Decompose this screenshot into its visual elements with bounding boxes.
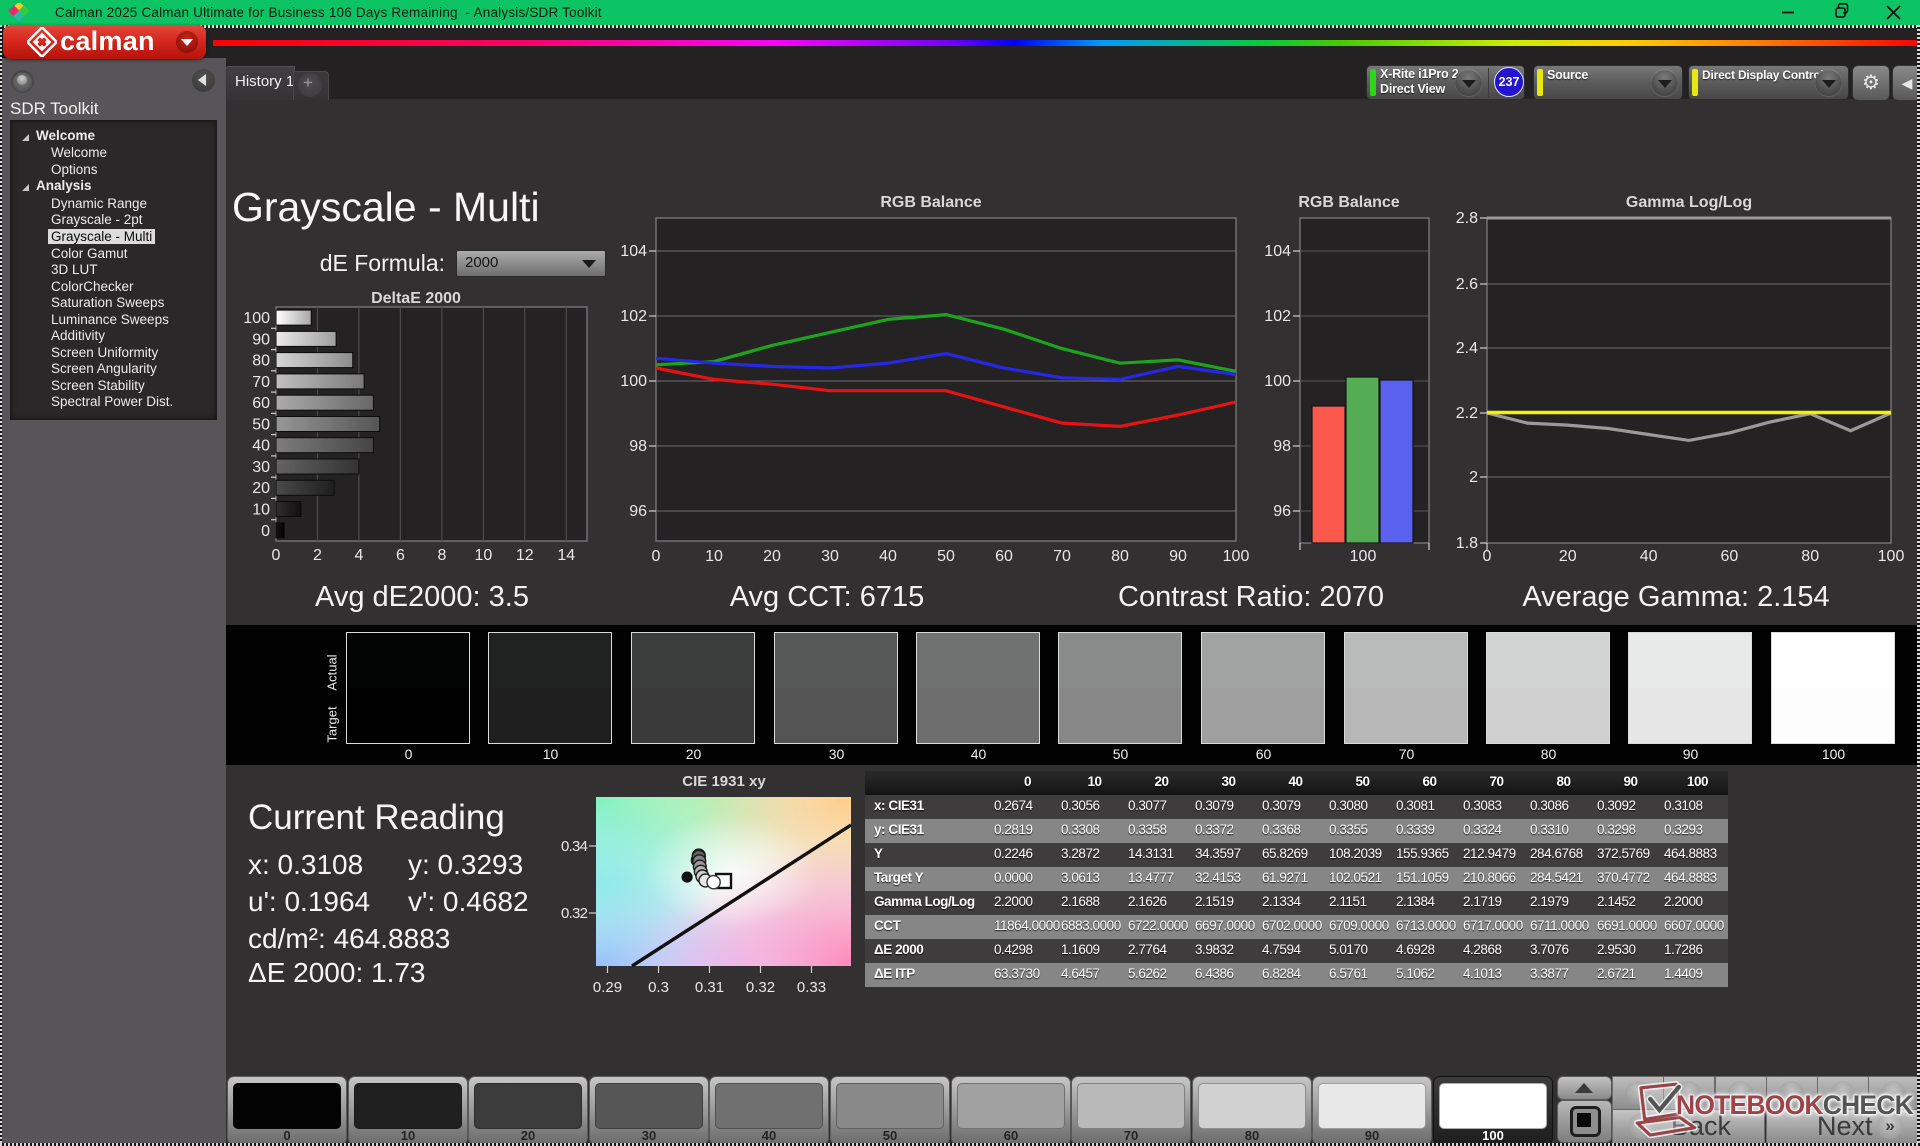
svg-text:30: 30 bbox=[821, 548, 839, 565]
svg-text:96: 96 bbox=[629, 503, 647, 520]
svg-text:0.34: 0.34 bbox=[561, 838, 588, 855]
svg-text:0.33: 0.33 bbox=[797, 979, 826, 996]
svg-text:20: 20 bbox=[1559, 548, 1577, 565]
svg-text:100: 100 bbox=[1264, 373, 1291, 390]
svg-text:8: 8 bbox=[437, 547, 446, 564]
svg-text:10: 10 bbox=[705, 548, 723, 565]
svg-text:0.3: 0.3 bbox=[648, 979, 669, 996]
svg-text:0: 0 bbox=[272, 547, 281, 564]
svg-text:0.32: 0.32 bbox=[561, 905, 588, 922]
svg-text:60: 60 bbox=[1721, 548, 1739, 565]
svg-text:40: 40 bbox=[1640, 548, 1658, 565]
svg-text:60: 60 bbox=[995, 548, 1013, 565]
svg-text:2: 2 bbox=[313, 547, 322, 564]
svg-text:70: 70 bbox=[252, 374, 270, 391]
svg-text:6: 6 bbox=[396, 547, 405, 564]
svg-text:0: 0 bbox=[652, 548, 661, 565]
svg-text:2.2: 2.2 bbox=[1456, 405, 1478, 422]
svg-text:40: 40 bbox=[252, 438, 270, 455]
svg-text:CIE 1931 xy: CIE 1931 xy bbox=[682, 773, 766, 790]
svg-text:90: 90 bbox=[1169, 548, 1187, 565]
svg-text:Gamma Log/Log: Gamma Log/Log bbox=[1626, 194, 1752, 211]
svg-text:4: 4 bbox=[354, 547, 363, 564]
svg-text:70: 70 bbox=[1053, 548, 1071, 565]
svg-text:104: 104 bbox=[620, 243, 647, 260]
svg-text:12: 12 bbox=[516, 547, 534, 564]
svg-text:102: 102 bbox=[1264, 308, 1291, 325]
svg-text:30: 30 bbox=[252, 459, 270, 476]
svg-text:80: 80 bbox=[1801, 548, 1819, 565]
svg-text:98: 98 bbox=[629, 438, 647, 455]
svg-text:10: 10 bbox=[252, 502, 270, 519]
svg-text:DeltaE 2000: DeltaE 2000 bbox=[371, 290, 461, 307]
svg-text:0.32: 0.32 bbox=[746, 979, 775, 996]
svg-text:0: 0 bbox=[1483, 548, 1492, 565]
svg-text:10: 10 bbox=[475, 547, 493, 564]
svg-text:2.6: 2.6 bbox=[1456, 276, 1478, 293]
svg-text:0.29: 0.29 bbox=[593, 979, 622, 996]
svg-text:2.4: 2.4 bbox=[1456, 340, 1478, 357]
svg-text:100: 100 bbox=[620, 373, 647, 390]
svg-text:100: 100 bbox=[1223, 548, 1250, 565]
svg-text:20: 20 bbox=[763, 548, 781, 565]
svg-text:RGB Balance: RGB Balance bbox=[880, 194, 981, 211]
svg-text:2.8: 2.8 bbox=[1456, 210, 1478, 227]
svg-text:40: 40 bbox=[879, 548, 897, 565]
svg-text:0.31: 0.31 bbox=[695, 979, 724, 996]
svg-text:2: 2 bbox=[1469, 469, 1478, 486]
svg-text:102: 102 bbox=[620, 308, 647, 325]
svg-text:104: 104 bbox=[1264, 243, 1291, 260]
svg-text:100: 100 bbox=[1350, 548, 1377, 565]
svg-text:80: 80 bbox=[1111, 548, 1129, 565]
svg-text:RGB Balance: RGB Balance bbox=[1298, 194, 1399, 211]
svg-text:98: 98 bbox=[1273, 438, 1291, 455]
svg-text:20: 20 bbox=[252, 480, 270, 497]
svg-text:14: 14 bbox=[557, 547, 575, 564]
svg-text:80: 80 bbox=[252, 353, 270, 370]
svg-text:96: 96 bbox=[1273, 503, 1291, 520]
svg-text:50: 50 bbox=[252, 416, 270, 433]
svg-text:100: 100 bbox=[243, 310, 270, 327]
svg-text:1.8: 1.8 bbox=[1456, 535, 1478, 552]
svg-text:0: 0 bbox=[261, 523, 270, 540]
svg-text:50: 50 bbox=[937, 548, 955, 565]
svg-text:100: 100 bbox=[1878, 548, 1905, 565]
svg-text:90: 90 bbox=[252, 331, 270, 348]
svg-text:60: 60 bbox=[252, 395, 270, 412]
